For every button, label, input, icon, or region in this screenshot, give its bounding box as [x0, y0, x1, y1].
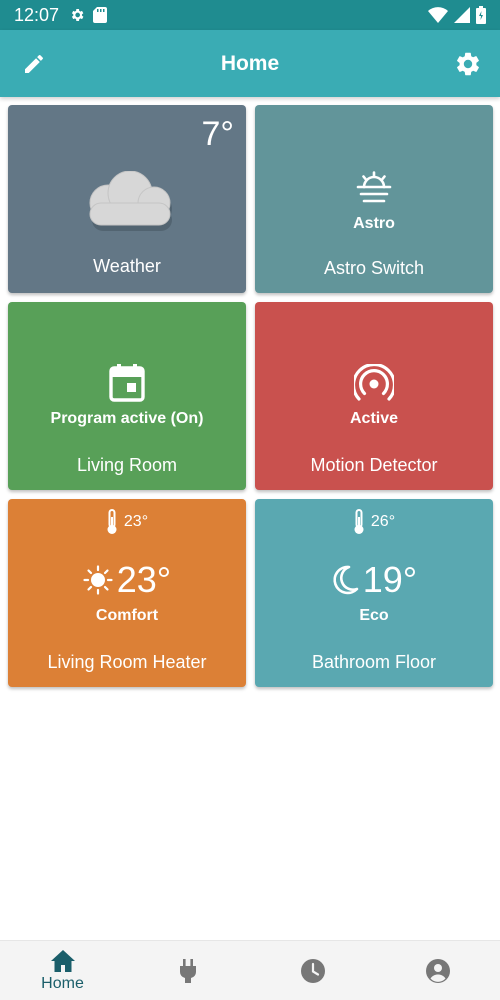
clock-icon [300, 958, 325, 983]
tile-astro-switch[interactable]: Astro Astro Switch [255, 105, 493, 293]
battery-icon [476, 6, 486, 24]
account-icon [425, 958, 450, 983]
page-title: Home [220, 51, 280, 75]
weather-temperature: 7° [201, 115, 234, 153]
sd-card-icon [93, 7, 108, 23]
tile-status: Program active (On) [50, 410, 204, 427]
tile-status: Active [349, 410, 399, 427]
tile-name: Astro Switch [323, 258, 425, 278]
tile-name: Living Room Heater [47, 652, 207, 672]
tile-name: Weather [93, 256, 161, 276]
settings-icon [71, 9, 84, 21]
edit-icon[interactable] [22, 52, 46, 76]
home-icon [50, 949, 75, 972]
measured-temperature-value: 23° [123, 513, 149, 530]
tile-living-room-heater[interactable]: 23° 23° Comfort Living Room Heater [8, 499, 246, 687]
set-temperature: 19° [255, 559, 493, 601]
tile-name: Bathroom Floor [311, 652, 437, 672]
measured-temperature-value: 26° [370, 513, 396, 530]
sun-icon [83, 565, 113, 595]
nav-schedules[interactable] [250, 941, 375, 1000]
tile-name: Motion Detector [310, 455, 438, 475]
cloud-icon [89, 171, 172, 231]
measured-temperature: 23° [8, 509, 246, 535]
tile-weather[interactable]: 7° Weather [8, 105, 246, 293]
heating-mode: Eco [359, 607, 389, 624]
tile-bathroom-floor[interactable]: 26° 19° Eco Bathroom Floor [255, 499, 493, 687]
set-temperature-value: 19° [362, 559, 418, 600]
set-temperature-value: 23° [116, 559, 172, 600]
device-grid: 7° Weather Astro Astro Switch Program ac… [8, 105, 494, 687]
nav-devices[interactable] [125, 941, 250, 1000]
signal-icon [454, 7, 470, 23]
radar-icon [354, 364, 394, 401]
moon-icon [333, 565, 359, 595]
tile-living-room[interactable]: Program active (On) Living Room [8, 302, 246, 490]
tile-name: Living Room [76, 455, 178, 475]
sunrise-icon [356, 171, 392, 203]
thermometer-icon [107, 509, 117, 534]
wifi-icon [428, 7, 448, 23]
calendar-icon [109, 364, 145, 402]
plug-icon [179, 958, 196, 983]
nav-home-label: Home [41, 974, 84, 992]
status-bar: 12:07 [0, 0, 500, 30]
status-time: 12:07 [14, 4, 60, 25]
tile-motion-detector[interactable]: Active Motion Detector [255, 302, 493, 490]
nav-home[interactable]: Home [0, 941, 125, 1000]
tile-status: Astro [353, 215, 395, 232]
measured-temperature: 26° [255, 509, 493, 535]
thermometer-icon [354, 509, 364, 534]
app-bar: Home [0, 30, 500, 97]
set-temperature: 23° [8, 559, 246, 601]
settings-icon[interactable] [454, 50, 482, 78]
heating-mode: Comfort [95, 607, 159, 624]
bottom-navigation: Home [0, 940, 500, 1000]
nav-account[interactable] [375, 941, 500, 1000]
